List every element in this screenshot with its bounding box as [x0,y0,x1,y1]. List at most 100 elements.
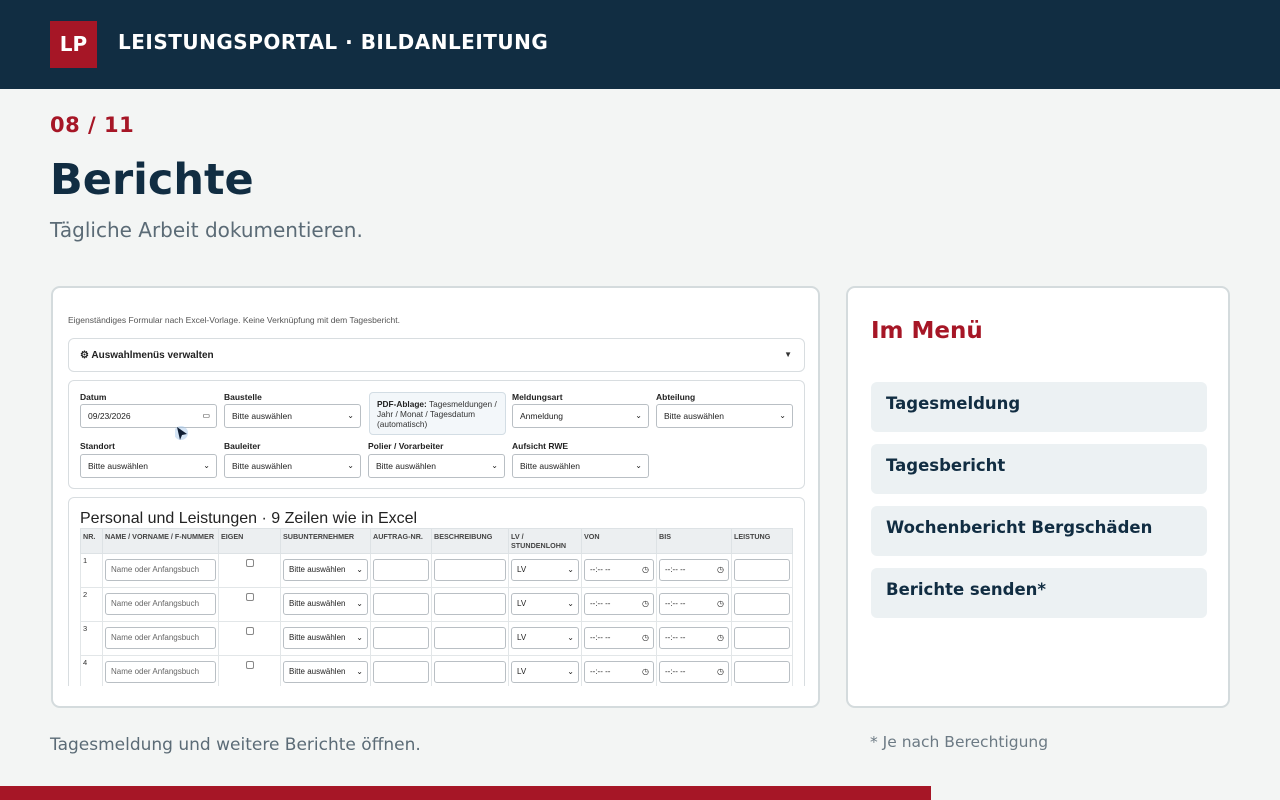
beschreibung-input[interactable] [434,559,506,581]
table-row: 3 Name oder Anfangsbuch Bitte auswählen ⌄ LV… [80,621,793,656]
leistung-input[interactable] [734,559,790,581]
chevron-down-icon: ⌄ [567,633,574,642]
auftrag-input[interactable] [373,559,429,581]
bis-time-input[interactable]: --:-- -- ◷ [659,593,729,615]
eigen-checkbox[interactable] [245,593,254,601]
subunternehmer-select[interactable]: Bitte auswählen ⌄ [283,661,368,683]
menu-item-tagesmeldung[interactable]: Tagesmeldung [871,382,1207,432]
subunternehmer-select[interactable]: Bitte auswählen ⌄ [283,627,368,649]
clock-icon[interactable]: ◷ [642,594,649,614]
auftrag-input[interactable] [373,593,429,615]
bauleiter-label: Bauleiter [224,441,261,451]
abteilung-label: Abteilung [656,392,696,402]
mouse-cursor-icon [175,426,188,440]
menu-item-tagesbericht[interactable]: Tagesbericht [871,444,1207,494]
leistung-input[interactable] [734,627,790,649]
calendar-icon[interactable]: ▭ [202,405,210,427]
lv-cell: LV ⌄ [508,553,582,588]
bis-value: --:-- -- [665,565,686,574]
meldungsart-select[interactable]: Anmeldung ⌄ [512,404,649,428]
eigen-cell [218,621,281,656]
name-input[interactable]: Name oder Anfangsbuch [105,593,216,615]
beschreibung-cell [431,587,509,622]
standort-select[interactable]: Bitte auswählen ⌄ [80,454,217,478]
lv-value: LV [517,667,527,676]
bauleiter-select[interactable]: Bitte auswählen ⌄ [224,454,361,478]
subunternehmer-select[interactable]: Bitte auswählen ⌄ [283,593,368,615]
bis-time-input[interactable]: --:-- -- ◷ [659,559,729,581]
bis-cell: --:-- -- ◷ [656,553,732,588]
manage-menus-accordion[interactable]: ⚙ Auswahlmenüs verwalten ▼ [68,338,805,372]
lv-select[interactable]: LV ⌄ [511,593,579,615]
auftrag-input[interactable] [373,661,429,683]
beschreibung-input[interactable] [434,661,506,683]
bis-value: --:-- -- [665,599,686,608]
table-row: 2 Name oder Anfangsbuch Bitte auswählen ⌄ LV… [80,587,793,622]
menu-item-wochenbericht[interactable]: Wochenbericht Bergschäden [871,506,1207,556]
col-header: BESCHREIBUNG [431,528,509,554]
auftrag-cell [370,553,432,588]
page-title: Berichte [50,155,254,205]
auftrag-input[interactable] [373,627,429,649]
auftrag-cell [370,621,432,656]
baustelle-select[interactable]: Bitte auswählen ⌄ [224,404,361,428]
aufsicht-select[interactable]: Bitte auswählen ⌄ [512,454,649,478]
chevron-down-icon: ⌄ [567,599,574,608]
step-caption: Tagesmeldung und weitere Berichte öffnen… [50,735,421,755]
von-cell: --:-- -- ◷ [581,553,657,588]
chevron-down-icon: ⌄ [356,599,363,608]
polier-select[interactable]: Bitte auswählen ⌄ [368,454,505,478]
lv-cell: LV ⌄ [508,621,582,656]
menu-item-berichte-senden[interactable]: Berichte senden* [871,568,1207,618]
table-header-row: NR. NAME / VORNAME / F-NUMMER EIGEN SUBU… [80,528,793,554]
abteilung-select[interactable]: Bitte auswählen ⌄ [656,404,793,428]
pdf-label: PDF-Ablage: [377,399,427,409]
clock-icon[interactable]: ◷ [717,560,724,580]
lv-select[interactable]: LV ⌄ [511,559,579,581]
eigen-cell [218,587,281,622]
bis-time-input[interactable]: --:-- -- ◷ [659,627,729,649]
col-header: NR. [80,528,103,554]
lv-select[interactable]: LV ⌄ [511,661,579,683]
name-input[interactable]: Name oder Anfangsbuch [105,627,216,649]
accordion-label: ⚙ Auswahlmenüs verwalten [80,350,214,361]
bauleiter-value: Bitte auswählen [232,461,293,471]
datum-value: 09/23/2026 [88,411,131,421]
beschreibung-cell [431,553,509,588]
von-time-input[interactable]: --:-- -- ◷ [584,593,654,615]
von-cell: --:-- -- ◷ [581,655,657,686]
sub-cell: Bitte auswählen ⌄ [280,587,371,622]
clock-icon[interactable]: ◷ [717,628,724,648]
von-time-input[interactable]: --:-- -- ◷ [584,627,654,649]
subunternehmer-select[interactable]: Bitte auswählen ⌄ [283,559,368,581]
von-time-input[interactable]: --:-- -- ◷ [584,559,654,581]
eigen-cell [218,553,281,588]
leistung-input[interactable] [734,593,790,615]
leistung-input[interactable] [734,661,790,683]
beschreibung-input[interactable] [434,627,506,649]
eigen-checkbox[interactable] [245,627,254,635]
clock-icon[interactable]: ◷ [717,662,724,682]
von-time-input[interactable]: --:-- -- ◷ [584,661,654,683]
name-input[interactable]: Name oder Anfangsbuch [105,661,216,683]
datum-input[interactable]: 09/23/2026 ▭ [80,404,217,428]
beschreibung-input[interactable] [434,593,506,615]
chevron-down-icon: ⌄ [356,633,363,642]
bis-time-input[interactable]: --:-- -- ◷ [659,661,729,683]
clock-icon[interactable]: ◷ [642,628,649,648]
step-counter: 08 / 11 [50,113,135,137]
name-cell: Name oder Anfangsbuch [102,621,219,656]
name-input[interactable]: Name oder Anfangsbuch [105,559,216,581]
clock-icon[interactable]: ◷ [642,662,649,682]
lv-select[interactable]: LV ⌄ [511,627,579,649]
table-row: 4 Name oder Anfangsbuch Bitte auswählen ⌄ LV… [80,655,793,686]
row-number-text: 2 [83,590,88,599]
row-number: 2 [80,587,103,622]
eigen-checkbox[interactable] [245,559,254,567]
col-header: LEISTUNG [731,528,793,554]
clock-icon[interactable]: ◷ [642,560,649,580]
bis-cell: --:-- -- ◷ [656,655,732,686]
clock-icon[interactable]: ◷ [717,594,724,614]
eigen-checkbox[interactable] [245,661,254,669]
progress-fill [0,786,931,800]
